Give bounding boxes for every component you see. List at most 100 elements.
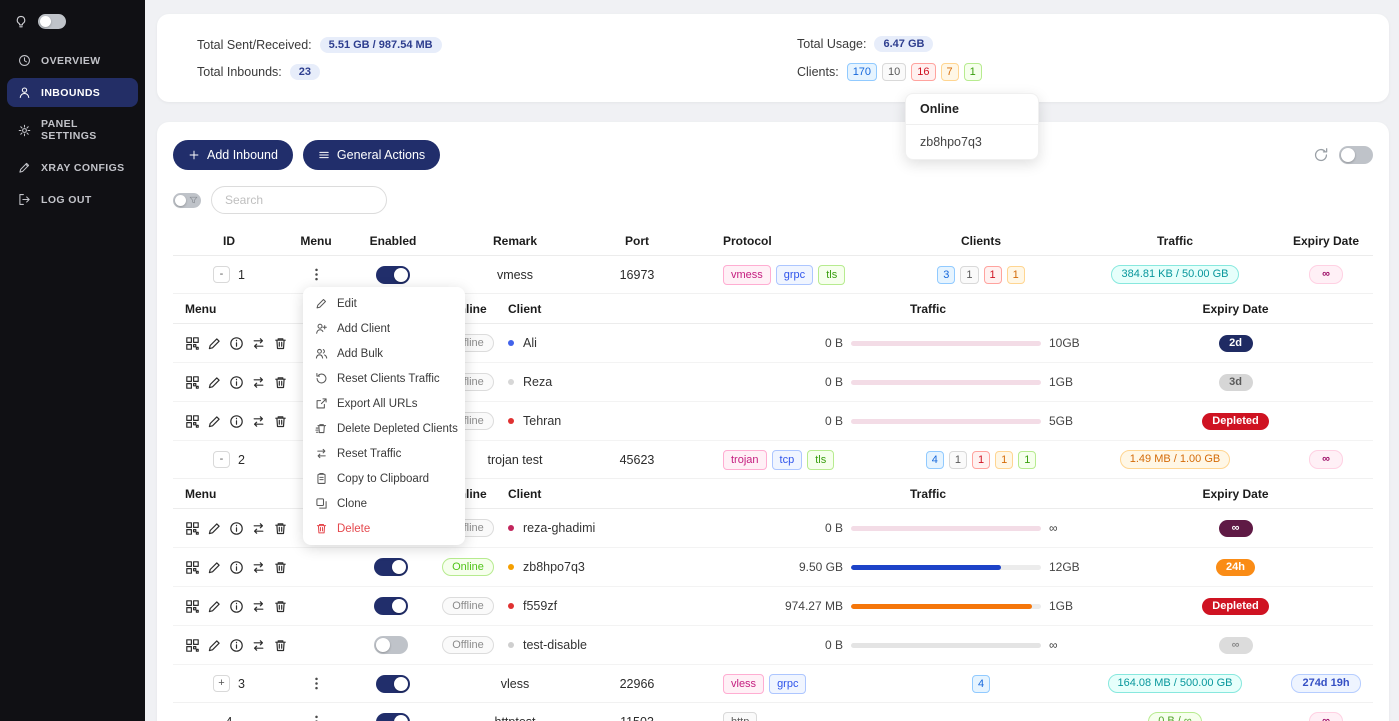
row-menu-icon[interactable] (309, 267, 324, 282)
pencil-icon[interactable] (207, 560, 222, 575)
info-icon[interactable] (229, 336, 244, 351)
auto-refresh-toggle[interactable] (1339, 146, 1373, 164)
sidebar-item-panel-settings[interactable]: PANEL SETTINGS (7, 110, 138, 150)
stat-clients: Clients: 170101671 (797, 63, 982, 81)
reset-icon (315, 372, 328, 385)
client-traffic-used: 9.50 GB (758, 560, 843, 574)
info-icon[interactable] (229, 414, 244, 429)
sidebar-item-inbounds[interactable]: INBOUNDS (7, 78, 138, 107)
qrcode-icon[interactable] (185, 336, 200, 351)
swap-icon[interactable] (251, 638, 266, 653)
info-icon[interactable] (229, 375, 244, 390)
plus-icon (188, 149, 200, 161)
qrcode-icon[interactable] (185, 414, 200, 429)
client-status-dot (508, 418, 514, 424)
sidebar-item-xray-configs[interactable]: XRAY CONFIGS (7, 153, 138, 182)
context-menu-item-reset-traffic[interactable]: Reset Traffic (307, 441, 461, 466)
client-traffic-total: 10GB (1049, 336, 1095, 350)
export-icon (315, 397, 328, 410)
online-client-name: zb8hpo7q3 (906, 125, 1038, 159)
client-name: Tehran (523, 414, 561, 428)
client-enabled-toggle[interactable] (374, 636, 408, 654)
clients-label: Clients: (797, 65, 839, 79)
context-menu-item-delete-depleted-clients[interactable]: Delete Depleted Clients (307, 416, 461, 441)
search-input[interactable] (211, 186, 387, 214)
protocol-badge: vmess (723, 265, 771, 285)
general-actions-button[interactable]: General Actions (303, 140, 440, 170)
context-menu-item-add-bulk[interactable]: Add Bulk (307, 341, 461, 366)
sidebar-item-label: XRAY CONFIGS (41, 162, 125, 174)
info-icon[interactable] (229, 638, 244, 653)
info-icon[interactable] (229, 521, 244, 536)
pencil-icon[interactable] (207, 599, 222, 614)
row-menu-icon[interactable] (309, 714, 324, 721)
qrcode-icon[interactable] (185, 521, 200, 536)
inbound-enabled-toggle[interactable] (376, 675, 410, 693)
client-enabled-toggle[interactable] (374, 597, 408, 615)
column-header-traffic: Traffic (1071, 234, 1279, 248)
context-menu-item-add-client[interactable]: Add Client (307, 316, 461, 341)
client-row: Offlinetest-disable0 B∞∞ (173, 626, 1373, 665)
pencil-icon[interactable] (207, 521, 222, 536)
context-menu-item-label: Reset Traffic (337, 448, 401, 460)
clipboard-icon (315, 472, 328, 485)
qrcode-icon[interactable] (185, 638, 200, 653)
context-menu-item-delete[interactable]: Delete (307, 516, 461, 541)
sidebar-item-label: INBOUNDS (41, 87, 100, 99)
context-menu-item-export-all-urls[interactable]: Export All URLs (307, 391, 461, 416)
column-header-enabled: Enabled (347, 234, 439, 248)
swap-icon[interactable] (251, 336, 266, 351)
client-traffic-bar (851, 380, 1041, 385)
trash-icon[interactable] (273, 414, 288, 429)
swap-icon[interactable] (251, 599, 266, 614)
total-usage-label: Total Usage: (797, 37, 866, 51)
client-enabled-toggle[interactable] (374, 558, 408, 576)
trash-icon[interactable] (273, 599, 288, 614)
trash-icon[interactable] (273, 375, 288, 390)
inbound-enabled-toggle[interactable] (376, 713, 410, 721)
expand-toggle-button[interactable]: - (213, 266, 230, 283)
context-menu-item-reset-clients-traffic[interactable]: Reset Clients Traffic (307, 366, 461, 391)
swap-icon[interactable] (251, 414, 266, 429)
info-icon[interactable] (229, 560, 244, 575)
qrcode-icon[interactable] (185, 375, 200, 390)
swap-icon[interactable] (251, 521, 266, 536)
protocol-badge: grpc (776, 265, 813, 285)
pencil-icon[interactable] (207, 375, 222, 390)
sidebar-item-log-out[interactable]: LOG OUT (7, 185, 138, 214)
expand-toggle-button[interactable]: + (213, 675, 230, 692)
trash-icon[interactable] (273, 521, 288, 536)
qrcode-icon[interactable] (185, 599, 200, 614)
refresh-icon[interactable] (1313, 147, 1329, 163)
stat-total-usage: Total Usage: 6.47 GB (797, 36, 982, 52)
pencil-icon[interactable] (207, 638, 222, 653)
trash-icon[interactable] (273, 638, 288, 653)
context-menu-item-copy-to-clipboard[interactable]: Copy to Clipboard (307, 466, 461, 491)
row-menu-icon[interactable] (309, 676, 324, 691)
trash-icon[interactable] (273, 336, 288, 351)
context-menu-item-clone[interactable]: Clone (307, 491, 461, 516)
client-expiry-badge: ∞ (1219, 637, 1253, 654)
trash-icon[interactable] (273, 560, 288, 575)
theme-toggle[interactable] (38, 14, 66, 29)
client-traffic-used: 0 B (758, 336, 843, 350)
client-expiry-badge: Depleted (1202, 598, 1268, 615)
pencil-icon[interactable] (207, 336, 222, 351)
user-icon (18, 86, 31, 99)
client-name: reza-ghadimi (523, 521, 595, 535)
context-menu-item-edit[interactable]: Edit (307, 291, 461, 316)
qrcode-icon[interactable] (185, 560, 200, 575)
client-column-header-traffic: Traffic (758, 302, 1098, 316)
pencil-icon[interactable] (207, 414, 222, 429)
info-icon[interactable] (229, 599, 244, 614)
expand-toggle-button[interactable]: - (213, 451, 230, 468)
sidebar-item-overview[interactable]: OVERVIEW (7, 46, 138, 75)
inbound-enabled-toggle[interactable] (376, 266, 410, 284)
stat-total-inbounds: Total Inbounds: 23 (197, 64, 797, 80)
traffic-badge: 1.49 MB / 1.00 GB (1120, 450, 1231, 469)
add-inbound-button[interactable]: Add Inbound (173, 140, 293, 170)
filter-toggle[interactable] (173, 193, 201, 208)
swap-icon[interactable] (251, 560, 266, 575)
swap-icon[interactable] (251, 375, 266, 390)
sidebar-nav: OVERVIEW INBOUNDS PANEL SETTINGS XRAY CONFI… (0, 46, 145, 214)
